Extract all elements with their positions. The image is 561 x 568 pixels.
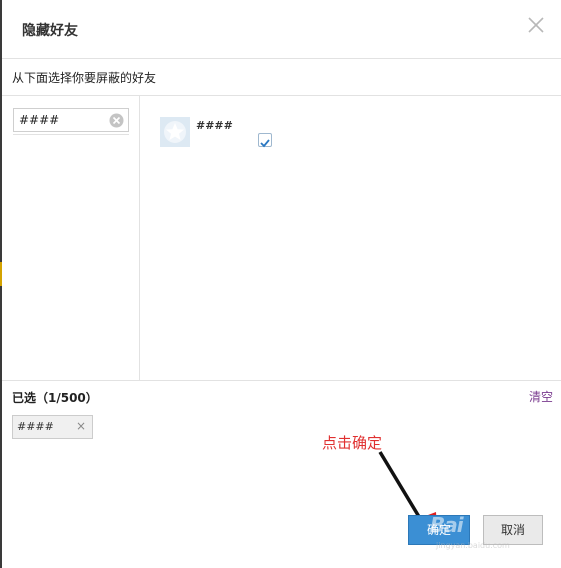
divider [13, 134, 129, 135]
dialog-header: 隐藏好友 [2, 0, 561, 59]
cancel-button[interactable]: 取消 [483, 515, 543, 545]
hide-friends-dialog: 隐藏好友 从下面选择你要屏蔽的好友 #### #### 已选（1/500） 清空… [2, 0, 561, 568]
close-icon[interactable] [525, 14, 547, 36]
confirm-button[interactable]: 确定 [408, 515, 470, 545]
divider [2, 380, 561, 381]
check-icon [260, 139, 270, 148]
search-box [13, 108, 129, 132]
dialog-subtitle: 从下面选择你要屏蔽的好友 [12, 71, 157, 85]
chip-label: #### [17, 420, 54, 433]
selected-friend-chip: #### × [12, 415, 93, 439]
star-avatar-icon [160, 117, 190, 147]
selected-count-label: 已选（1/500） [12, 391, 98, 405]
friend-name: #### [196, 119, 233, 132]
dialog-subheader: 从下面选择你要屏蔽的好友 [2, 59, 561, 96]
friend-item[interactable]: #### [160, 117, 290, 157]
search-input[interactable] [19, 112, 105, 128]
group-panel [2, 96, 140, 380]
dialog-title: 隐藏好友 [22, 23, 78, 39]
clear-icon[interactable] [109, 113, 124, 128]
clear-all-link[interactable]: 清空 [529, 388, 553, 405]
friend-checkbox[interactable] [258, 133, 272, 148]
chip-remove-icon[interactable]: × [76, 419, 86, 433]
